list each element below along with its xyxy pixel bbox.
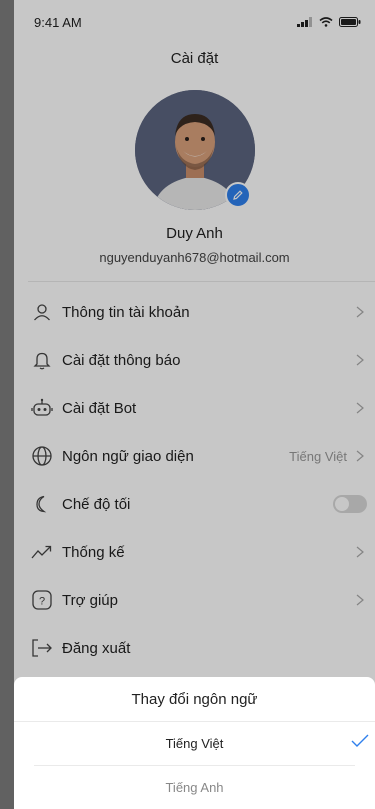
chevron-right-icon (353, 545, 367, 559)
menu-item-label: Đăng xuất (62, 639, 131, 657)
menu-item-label: Thông tin tài khoản (62, 303, 190, 321)
status-bar: 9:41 AM (14, 0, 375, 44)
menu-item-interface-language[interactable]: Ngôn ngữ giao diện Tiếng Việt (14, 432, 375, 480)
dark-mode-toggle[interactable] (333, 495, 367, 513)
help-icon: ? (30, 588, 54, 612)
edit-icon (232, 190, 243, 200)
menu-item-label: Thống kế (62, 543, 125, 561)
menu-item-notification-settings[interactable]: Cài đặt thông báo (14, 336, 375, 384)
globe-icon (30, 444, 54, 468)
current-language-value: Tiếng Việt (289, 448, 347, 464)
chevron-right-icon (353, 305, 367, 319)
menu-item-label: Ngôn ngữ giao diện (62, 447, 194, 465)
moon-icon (30, 492, 54, 516)
menu-item-label: Chế độ tối (62, 495, 131, 513)
bell-icon (30, 348, 54, 372)
chevron-right-icon (353, 401, 367, 415)
robot-icon (30, 396, 54, 420)
menu-item-help[interactable]: ? Trợ giúp (14, 576, 375, 624)
edit-avatar-button[interactable] (224, 182, 251, 208)
trend-icon (30, 540, 54, 564)
menu-item-statistics[interactable]: Thống kế (14, 528, 375, 576)
menu-item-label: Trợ giúp (62, 591, 118, 609)
menu-item-logout[interactable]: Đăng xuất (14, 624, 375, 672)
check-icon (351, 734, 369, 747)
menu-item-label: Cài đặt Bot (62, 399, 137, 417)
logout-icon (30, 636, 54, 660)
menu-item-label: Cài đặt thông báo (62, 351, 181, 369)
avatar-container[interactable] (134, 90, 255, 210)
language-option-label: Tiếng Anh (165, 780, 224, 795)
language-option-vietnamese[interactable]: Tiếng Việt (14, 722, 375, 765)
user-icon (30, 300, 54, 324)
chevron-right-icon (353, 353, 367, 367)
battery-icon (339, 17, 361, 27)
chevron-right-icon (353, 593, 367, 607)
language-bottom-sheet: Thay đổi ngôn ngữ Tiếng Việt Tiếng Anh (14, 677, 375, 809)
wifi-icon (319, 17, 333, 27)
chevron-right-icon (353, 449, 367, 463)
menu-item-account-info[interactable]: Thông tin tài khoản (14, 288, 375, 336)
language-option-english[interactable]: Tiếng Anh (14, 766, 375, 809)
language-option-label: Tiếng Việt (165, 736, 224, 751)
status-time: 9:41 AM (34, 14, 82, 30)
signal-icon (297, 17, 312, 27)
status-icons (297, 17, 361, 27)
profile-divider (28, 281, 375, 282)
menu-item-bot-settings[interactable]: Cài đặt Bot (14, 384, 375, 432)
user-email: nguyenduyanh678@hotmail.com (99, 250, 290, 265)
menu-item-dark-mode[interactable]: Chế độ tối (14, 480, 375, 528)
user-name: Duy Anh (166, 225, 223, 242)
settings-menu: Thông tin tài khoản Cài đặt thông báo Cà… (14, 288, 375, 672)
toggle-knob (335, 497, 349, 511)
sheet-title: Thay đổi ngôn ngữ (131, 690, 258, 708)
page-title: Cài đặt (170, 50, 219, 67)
svg-text:?: ? (39, 596, 45, 608)
